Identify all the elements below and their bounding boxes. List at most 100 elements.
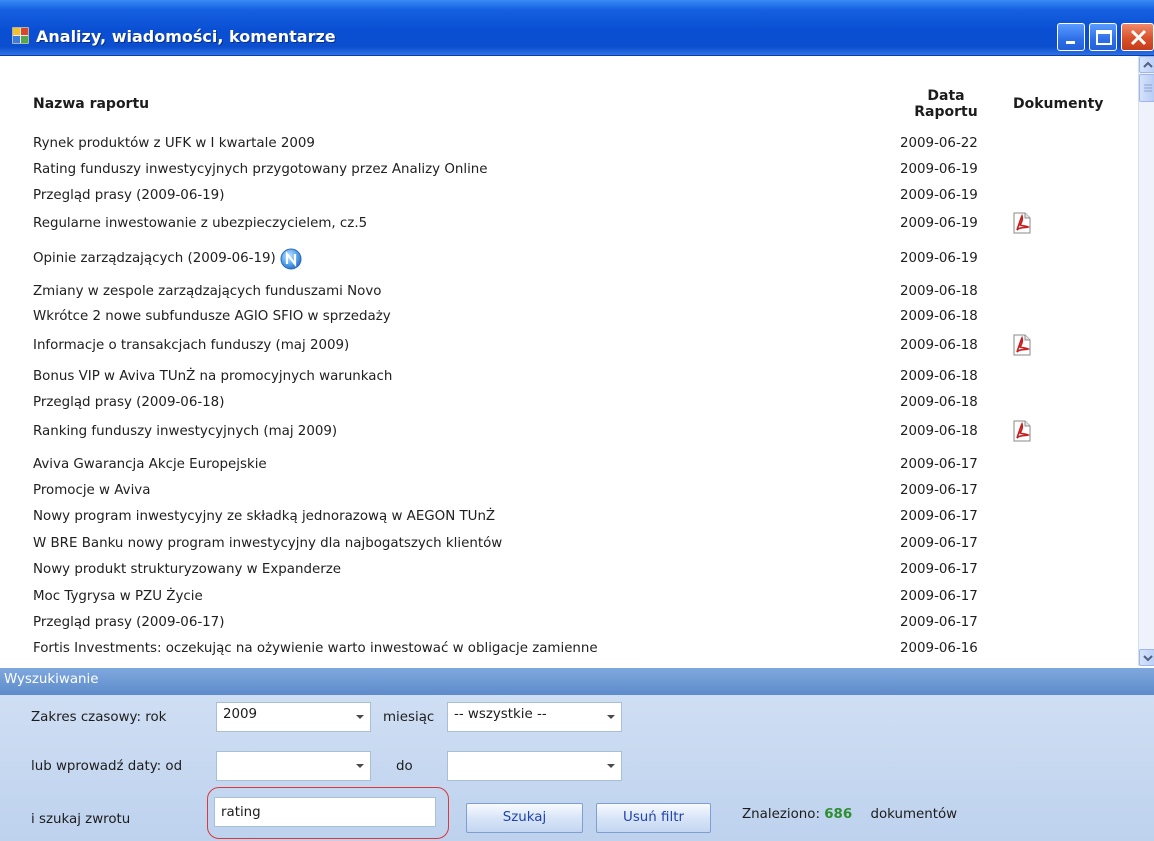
- report-date: 2009-06-17: [900, 589, 978, 604]
- report-date: 2009-06-19: [900, 188, 978, 203]
- window-title: Analizy, wiadomości, komentarze: [36, 27, 336, 46]
- report-date: 2009-06-17: [900, 562, 978, 577]
- report-date: 2009-06-22: [900, 136, 978, 151]
- table-row[interactable]: Opinie zarządzających (2009-06-19) 2009-0…: [0, 248, 1138, 271]
- search-phrase-field[interactable]: [215, 798, 435, 826]
- found-label: Znaleziono:: [742, 807, 820, 822]
- minimize-icon: [1066, 41, 1075, 44]
- table-row[interactable]: Wkrótce 2 nowe subfundusze AGIO SFIO w s…: [0, 309, 1138, 329]
- month-select[interactable]: -- wszystkie --: [447, 702, 622, 732]
- report-date: 2009-06-17: [900, 615, 978, 630]
- clear-filter-button[interactable]: Usuń filtr: [596, 803, 711, 833]
- scroll-thumb[interactable]: [1139, 74, 1154, 102]
- title-bar[interactable]: Analizy, wiadomości, komentarze: [0, 0, 1154, 56]
- report-date: 2009-06-17: [900, 536, 978, 551]
- search-panel-title: Wyszukiwanie: [4, 672, 99, 687]
- report-date: 2009-06-18: [900, 338, 978, 353]
- chevron-down-icon: [607, 715, 615, 719]
- table-row[interactable]: W BRE Banku nowy program inwestycyjny dl…: [0, 536, 1138, 556]
- report-name[interactable]: Rating funduszy inwestycyjnych przygotow…: [33, 162, 488, 177]
- report-date: 2009-06-17: [900, 457, 978, 472]
- date-to-label: do: [396, 759, 413, 774]
- table-row[interactable]: Przegląd prasy (2009-06-18) 2009-06-18: [0, 395, 1138, 415]
- found-count: 686: [824, 807, 853, 822]
- chevron-up-icon: [1143, 61, 1153, 68]
- minimize-button[interactable]: [1057, 23, 1085, 51]
- report-date: 2009-06-19: [900, 251, 978, 266]
- report-date: 2009-06-18: [900, 309, 978, 324]
- table-row[interactable]: Przegląd prasy (2009-06-17) 2009-06-17: [0, 615, 1138, 635]
- report-name[interactable]: Aviva Gwarancja Akcje Europejskie: [33, 457, 267, 472]
- chevron-down-icon: [356, 715, 364, 719]
- table-row[interactable]: Fortis Investments: oczekując na ożywien…: [0, 641, 1138, 661]
- report-name[interactable]: Informacje o transakcjach funduszy (maj …: [33, 338, 349, 353]
- report-date: 2009-06-18: [900, 284, 978, 299]
- table-row[interactable]: Informacje o transakcjach funduszy (maj …: [0, 334, 1138, 358]
- year-select-value: 2009: [223, 707, 258, 722]
- report-date: 2009-06-17: [900, 509, 978, 524]
- found-suffix: dokumentów: [870, 807, 958, 822]
- report-name[interactable]: W BRE Banku nowy program inwestycyjny dl…: [33, 536, 502, 551]
- table-row[interactable]: Nowy produkt strukturyzowany w Expanderz…: [0, 562, 1138, 582]
- maximize-button[interactable]: [1089, 23, 1117, 51]
- search-phrase-input[interactable]: [214, 797, 436, 827]
- results-summary: Znaleziono: 686 dokumentów: [742, 807, 957, 822]
- table-row[interactable]: Rynek produktów z UFK w I kwartale 2009 2…: [0, 136, 1138, 156]
- report-date: 2009-06-19: [900, 216, 978, 231]
- table-row[interactable]: Regularne inwestowanie z ubezpieczyciele…: [0, 212, 1138, 236]
- report-name[interactable]: Przegląd prasy (2009-06-18): [33, 395, 224, 410]
- report-name[interactable]: Przegląd prasy (2009-06-17): [33, 615, 224, 630]
- phrase-label: i szukaj zwrotu: [31, 812, 131, 827]
- report-name[interactable]: Przegląd prasy (2009-06-19): [33, 188, 224, 203]
- scroll-up-button[interactable]: [1139, 56, 1154, 73]
- report-name[interactable]: Ranking funduszy inwestycyjnych (maj 200…: [33, 424, 337, 439]
- report-name[interactable]: Promocje w Aviva: [33, 483, 150, 498]
- chevron-down-icon: [356, 764, 364, 768]
- report-date: 2009-06-16: [900, 641, 978, 656]
- date-to-select[interactable]: [447, 751, 622, 781]
- report-name[interactable]: Bonus VIP w Aviva TUnŻ na promocyjnych w…: [33, 369, 392, 384]
- table-row[interactable]: Zmiany w zespole zarządzających fundusza…: [0, 284, 1138, 304]
- dates-label: lub wprowadź daty: od: [31, 759, 183, 774]
- date-from-select[interactable]: [216, 751, 371, 781]
- report-date: 2009-06-19: [900, 162, 978, 177]
- table-row[interactable]: Rating funduszy inwestycyjnych przygotow…: [0, 162, 1138, 182]
- table-row[interactable]: Promocje w Aviva 2009-06-17: [0, 483, 1138, 503]
- column-header-name[interactable]: Nazwa raportu: [33, 96, 149, 112]
- table-row[interactable]: Ranking funduszy inwestycyjnych (maj 200…: [0, 420, 1138, 444]
- new-badge-icon: [280, 248, 302, 270]
- report-name[interactable]: Rynek produktów z UFK w I kwartale 2009: [33, 136, 315, 151]
- search-button[interactable]: Szukaj: [466, 803, 583, 833]
- report-name[interactable]: Zmiany w zespole zarządzających fundusza…: [33, 284, 381, 299]
- report-name[interactable]: Fortis Investments: oczekując na ożywien…: [33, 641, 598, 656]
- close-button[interactable]: [1121, 23, 1154, 51]
- grip-icon: [1144, 84, 1152, 92]
- table-row[interactable]: Przegląd prasy (2009-06-19) 2009-06-19: [0, 188, 1138, 208]
- range-label: Zakres czasowy: rok: [31, 710, 167, 725]
- column-header-date-line1: Data: [927, 88, 965, 104]
- pdf-document-icon[interactable]: [1012, 212, 1032, 234]
- report-name[interactable]: Nowy produkt strukturyzowany w Expanderz…: [33, 562, 341, 577]
- column-header-date[interactable]: Data Raportu: [914, 88, 977, 120]
- report-name[interactable]: Wkrótce 2 nowe subfundusze AGIO SFIO w s…: [33, 309, 391, 324]
- chevron-down-icon: [607, 764, 615, 768]
- vertical-scrollbar[interactable]: [1138, 56, 1154, 666]
- table-row[interactable]: Aviva Gwarancja Akcje Europejskie 2009-06…: [0, 457, 1138, 477]
- report-name[interactable]: Regularne inwestowanie z ubezpieczyciele…: [33, 216, 367, 231]
- pdf-document-icon[interactable]: [1012, 334, 1032, 356]
- scroll-down-button[interactable]: [1139, 649, 1154, 666]
- report-date: 2009-06-18: [900, 424, 978, 439]
- table-row[interactable]: Moc Tygrysa w PZU Życie 2009-06-17: [0, 589, 1138, 609]
- report-name[interactable]: Moc Tygrysa w PZU Życie: [33, 589, 203, 604]
- report-list: Nazwa raportu Data Raportu Dokumenty Ryn…: [0, 56, 1138, 666]
- report-name[interactable]: Opinie zarządzających (2009-06-19): [33, 251, 276, 266]
- app-icon: [12, 27, 29, 44]
- month-select-value: -- wszystkie --: [454, 707, 547, 722]
- report-name[interactable]: Nowy program inwestycyjny ze składką jed…: [33, 509, 495, 524]
- column-header-documents[interactable]: Dokumenty: [1013, 96, 1103, 112]
- pdf-document-icon[interactable]: [1012, 420, 1032, 442]
- table-row[interactable]: Nowy program inwestycyjny ze składką jed…: [0, 509, 1138, 529]
- year-select[interactable]: 2009: [216, 702, 371, 732]
- chevron-down-icon: [1143, 655, 1153, 662]
- table-row[interactable]: Bonus VIP w Aviva TUnŻ na promocyjnych w…: [0, 369, 1138, 389]
